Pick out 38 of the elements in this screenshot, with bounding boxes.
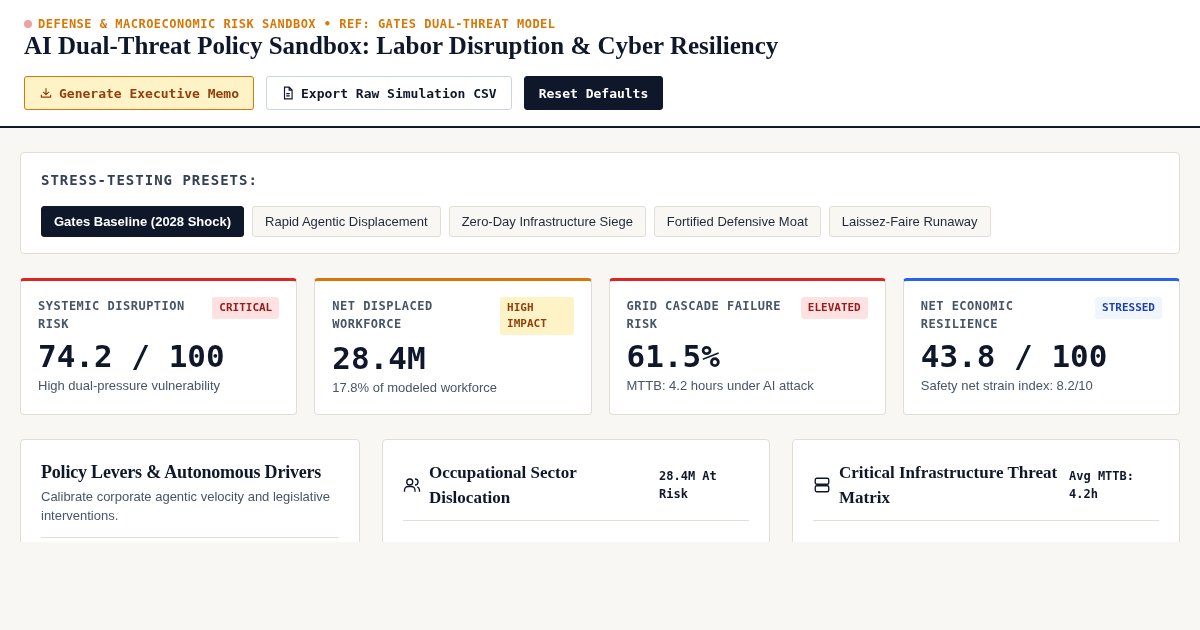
metric-value: 43.8 / 100 — [920, 338, 1109, 374]
people-icon — [403, 476, 421, 494]
panel-title: Occupational Sector Dislocation — [429, 462, 578, 509]
metric-note: Safety net strain index: 8.2/10 — [920, 378, 1094, 393]
page-title: AI Dual-Threat Policy Sandbox: Labor Disruption & Cyber Resiliency — [24, 32, 780, 60]
metric-note: 17.8% of modeled workforce — [332, 380, 498, 395]
download-icon — [39, 86, 53, 100]
preset-chip[interactable]: Gates Baseline (2028 Shock) — [41, 206, 245, 237]
document-icon — [281, 86, 295, 100]
panel-title: Critical Infrastructure Threat Matrix — [839, 462, 1059, 509]
preset-chip[interactable]: Laissez-Faire Runaway — [828, 206, 991, 237]
metric-label: SYSTEMIC DISRUPTION RISK — [38, 298, 186, 333]
eyebrow-label: DEFENSE & MACROECONOMIC RISK SANDBOX • REF: GATES DUAL-THREAT MODEL — [38, 17, 556, 31]
preset-chip[interactable]: Zero-Day Infrastructure Siege — [448, 206, 646, 237]
metric-value: 61.5% — [626, 338, 721, 374]
memo-button[interactable]: Generate Executive Memo — [24, 76, 254, 110]
metric-label: NET ECONOMIC RESILIENCE — [920, 298, 1015, 333]
metric-note: High dual-pressure vulnerability — [38, 378, 222, 393]
presets-title: STRESS-TESTING PRESETS: — [41, 172, 259, 188]
preset-chip[interactable]: Rapid Agentic Displacement — [252, 206, 441, 237]
status-badge: HIGH IMPACT — [500, 297, 574, 335]
metric-value: 28.4M — [332, 340, 427, 376]
panel-title: Policy Levers & Autonomous Drivers — [41, 461, 323, 484]
panel-stat: 28.4M At Risk — [659, 468, 718, 503]
export-button[interactable]: Export Raw Simulation CSV — [266, 76, 512, 110]
reset-button[interactable]: Reset Defaults — [523, 76, 664, 110]
server-icon — [813, 476, 831, 494]
preset-chip[interactable]: Fortified Defensive Moat — [653, 206, 821, 237]
metric-value: 74.2 / 100 — [38, 338, 226, 374]
metric-note: MTTB: 4.2 hours under AI attack — [626, 378, 815, 393]
panel-stat: Avg MTTB: 4.2h — [1069, 468, 1136, 503]
metric-label: NET DISPLACED WORKFORCE — [332, 298, 434, 333]
status-badge: CRITICAL — [212, 297, 280, 319]
panel-subtitle: Calibrate corporate agentic velocity and legislative interventions. — [41, 487, 339, 538]
status-badge: ELEVATED — [800, 297, 868, 319]
metric-label: GRID CASCADE FAILURE RISK — [626, 298, 782, 333]
status-badge: STRESSED — [1095, 297, 1162, 319]
status-dot — [24, 20, 32, 28]
